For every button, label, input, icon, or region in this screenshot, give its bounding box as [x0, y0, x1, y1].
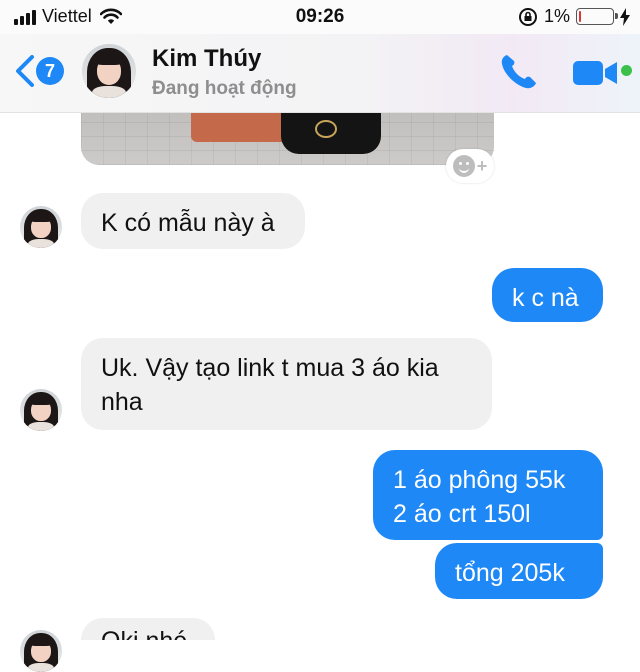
outgoing-message[interactable]: k c nà [492, 268, 603, 322]
smiley-icon [452, 155, 475, 177]
sender-avatar[interactable] [20, 630, 62, 672]
phone-call-icon[interactable] [498, 52, 540, 92]
battery-level [579, 11, 581, 22]
chevron-left-icon [16, 55, 34, 87]
sender-avatar[interactable] [20, 389, 62, 431]
photo-logo [315, 120, 337, 138]
contact-avatar[interactable] [82, 44, 136, 98]
outgoing-message[interactable]: tổng 205k [435, 543, 603, 599]
back-button[interactable]: 7 [14, 54, 64, 88]
video-call-icon[interactable] [572, 58, 618, 88]
unread-count-badge: 7 [36, 57, 64, 85]
rotation-lock-icon [518, 7, 537, 26]
conversation-header: 7 Kim Thúy Đang hoạt động [0, 34, 640, 113]
battery-icon [576, 8, 618, 25]
outgoing-message[interactable]: 1 áo phông 55k 2 áo crt 150l [373, 450, 603, 540]
incoming-message[interactable]: K có mẫu này à [81, 193, 305, 249]
incoming-message[interactable]: Uk. Vậy tạo link t mua 3 áo kia nha [81, 338, 492, 430]
battery-percent: 1% [543, 6, 570, 26]
status-right: 1% [518, 6, 630, 27]
status-bar: Viettel 09:26 1% [0, 0, 640, 34]
plus-icon: + [476, 155, 488, 176]
charging-icon [620, 7, 630, 26]
add-reaction-button[interactable]: + [446, 149, 494, 183]
contact-status: Đang hoạt động [152, 78, 297, 99]
incoming-message[interactable]: Oki nhé [81, 618, 215, 640]
contact-name[interactable]: Kim Thúy [152, 45, 261, 73]
sender-avatar[interactable] [20, 206, 62, 248]
online-indicator [621, 65, 632, 76]
